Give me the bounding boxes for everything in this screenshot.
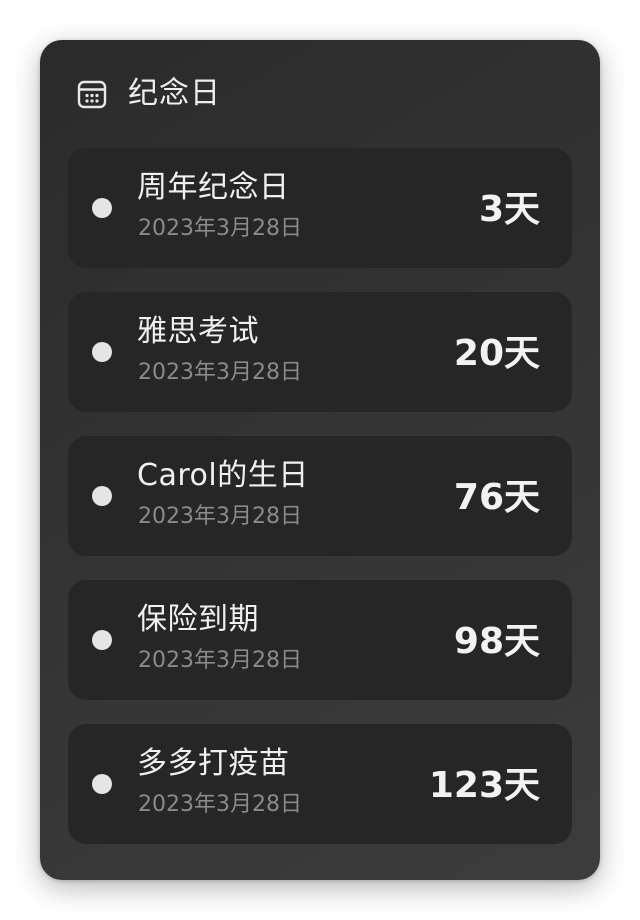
calendar-icon <box>76 78 108 110</box>
event-date: 2023年3月28日 <box>138 504 302 529</box>
event-name: 多多打疫苗 <box>137 746 290 781</box>
bullet-dot <box>92 630 112 650</box>
widget-title: 纪念日 <box>128 76 221 111</box>
event-date: 2023年3月28日 <box>138 360 302 385</box>
event-date: 2023年3月28日 <box>138 216 302 241</box>
event-date: 2023年3月28日 <box>138 792 302 817</box>
event-card[interactable]: 周年纪念日 2023年3月28日 3天 <box>68 148 572 268</box>
event-card[interactable]: Carol的生日 2023年3月28日 76天 <box>68 436 572 556</box>
anniversary-widget[interactable]: 纪念日 周年纪念日 2023年3月28日 3天 雅思考试 2023年3月28日 … <box>40 40 600 880</box>
widget-header: 纪念日 <box>76 74 221 114</box>
event-countdown: 123天 <box>428 765 540 806</box>
event-countdown: 20天 <box>453 333 540 374</box>
event-countdown: 98天 <box>453 621 540 662</box>
bullet-dot <box>92 342 112 362</box>
event-countdown: 3天 <box>478 189 540 230</box>
bullet-dot <box>92 486 112 506</box>
event-name: 雅思考试 <box>137 314 259 349</box>
event-card[interactable]: 保险到期 2023年3月28日 98天 <box>68 580 572 700</box>
bullet-dot <box>92 198 112 218</box>
event-card[interactable]: 雅思考试 2023年3月28日 20天 <box>68 292 572 412</box>
bullet-dot <box>92 774 112 794</box>
event-date: 2023年3月28日 <box>138 648 302 673</box>
event-list: 周年纪念日 2023年3月28日 3天 雅思考试 2023年3月28日 20天 … <box>68 148 572 868</box>
event-countdown: 76天 <box>453 477 540 518</box>
event-name: Carol的生日 <box>137 458 309 493</box>
event-name: 保险到期 <box>137 602 259 637</box>
event-card[interactable]: 多多打疫苗 2023年3月28日 123天 <box>68 724 572 844</box>
event-name: 周年纪念日 <box>137 170 290 205</box>
